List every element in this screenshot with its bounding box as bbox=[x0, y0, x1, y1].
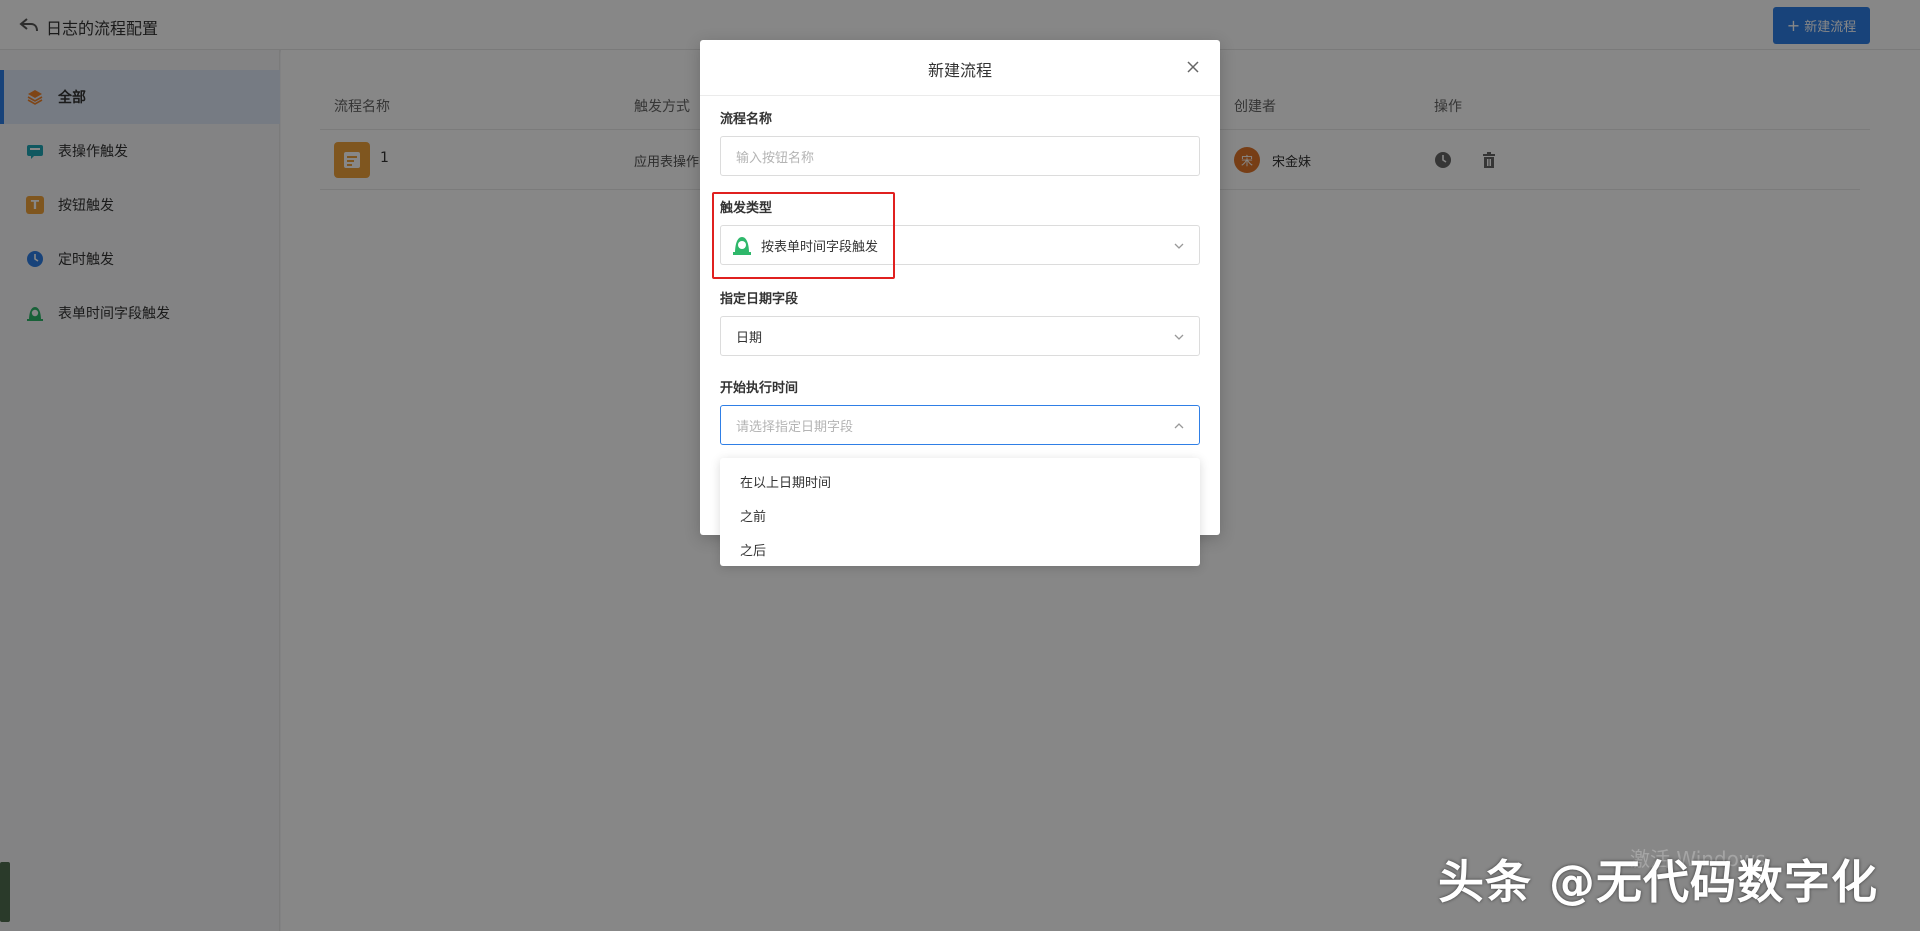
date-field-label: 指定日期字段 bbox=[720, 292, 799, 307]
flow-name-input[interactable]: 输入按钮名称 bbox=[720, 136, 1200, 176]
highlight-box bbox=[712, 192, 895, 279]
brand-watermark: 头条 @无代码数字化 bbox=[1438, 855, 1879, 909]
flow-name-label: 流程名称 bbox=[720, 112, 773, 127]
chevron-down-icon bbox=[1174, 243, 1184, 249]
start-time-select[interactable]: 请选择指定日期字段 bbox=[720, 405, 1200, 445]
flow-name-placeholder: 输入按钮名称 bbox=[736, 150, 815, 166]
dialog-title: 新建流程 bbox=[927, 61, 992, 80]
chevron-down-icon bbox=[1174, 334, 1184, 340]
chevron-up-icon bbox=[1174, 423, 1184, 429]
start-time-placeholder: 请选择指定日期字段 bbox=[736, 419, 854, 435]
dropdown-option[interactable]: 在以上日期时间 bbox=[740, 472, 831, 491]
dropdown-option[interactable]: 之后 bbox=[740, 540, 766, 559]
dropdown-option[interactable]: 之前 bbox=[740, 506, 766, 525]
date-field-value: 日期 bbox=[736, 330, 763, 346]
dialog-header: 新建流程 bbox=[700, 40, 1220, 96]
taskbar-fragment bbox=[0, 862, 10, 922]
start-time-dropdown: 在以上日期时间 之前 之后 bbox=[720, 458, 1200, 566]
close-icon[interactable] bbox=[1186, 60, 1200, 74]
date-field-select[interactable]: 日期 bbox=[720, 316, 1200, 356]
start-time-label: 开始执行时间 bbox=[720, 381, 799, 396]
